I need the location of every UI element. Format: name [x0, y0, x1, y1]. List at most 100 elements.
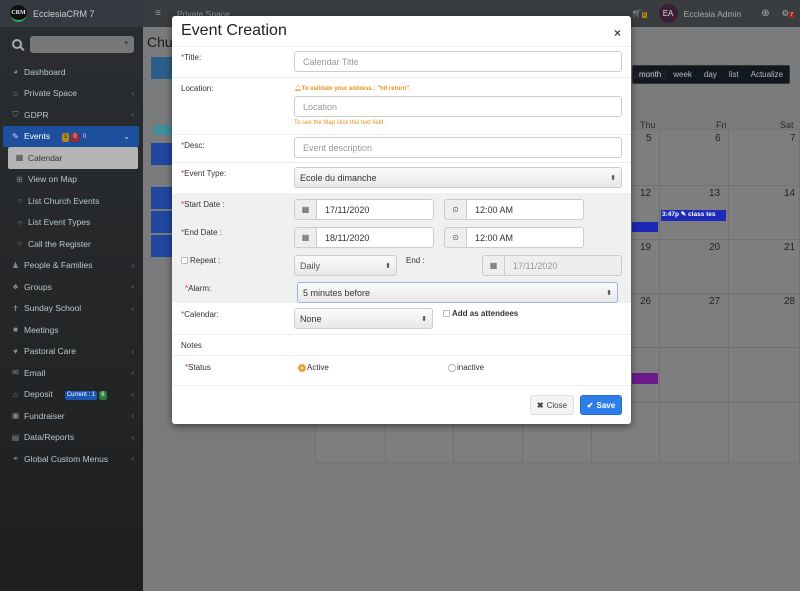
chevron-down-icon: ⌄ — [123, 131, 130, 141]
sidebar-item-dashboard[interactable]: ◕ Dashboard — [0, 61, 143, 83]
status-inactive-radio[interactable] — [448, 363, 456, 372]
sidebar-item-sunday-school[interactable]: ✝ Sunday School ‹ — [0, 298, 143, 320]
day-number[interactable]: 21 — [784, 242, 795, 253]
day-number[interactable]: 26 — [640, 296, 651, 307]
location-map-hint[interactable]: To see the Map click this text field. — [294, 120, 385, 126]
day-number[interactable]: 27 — [709, 296, 720, 307]
repeat-select[interactable]: Daily — [294, 255, 397, 276]
menu-toggle-icon[interactable]: ≡ — [155, 8, 161, 19]
alarm-label: *Alarm: — [185, 284, 212, 293]
search-select[interactable] — [30, 35, 134, 53]
sidebar-item-deposit[interactable]: ⌂ Deposit Current : 1 6 ‹ — [0, 384, 143, 406]
add-attendees-label: Add as attendees — [443, 309, 518, 318]
user-name[interactable]: Ecclesia Admin — [684, 9, 742, 19]
notes-label[interactable]: Notes — [181, 341, 202, 350]
calendar-event-bar[interactable] — [632, 222, 658, 232]
sidebar-item-events[interactable]: ✎ Events 1 0 0 ⌄ — [3, 125, 139, 147]
day-number[interactable]: 20 — [709, 242, 720, 253]
avatar[interactable]: EA — [658, 4, 678, 23]
notification-count: 7 — [789, 12, 794, 18]
status-inactive-option[interactable]: inactive — [448, 363, 484, 372]
day-number[interactable]: 28 — [784, 296, 795, 307]
calendar-select[interactable]: None — [294, 308, 433, 329]
sidebar-item-groups[interactable]: ♣ Groups ‹ — [0, 276, 143, 298]
calendar-label: *Calendar: — [181, 310, 219, 319]
close-button[interactable]: ✖ Close — [530, 395, 574, 415]
money-icon: ▣ — [11, 411, 20, 421]
chevron-left-icon: ‹ — [131, 454, 134, 464]
end-date-input[interactable]: 18/11/2020 — [316, 227, 434, 248]
actualize-button[interactable]: Actualize — [745, 70, 789, 79]
day-number[interactable]: 19 — [640, 242, 651, 253]
sidebar-item-meetings[interactable]: ■ Meetings — [0, 319, 143, 341]
location-validate-hint: 🔔︎To validate your address : "hit return… — [294, 86, 411, 92]
start-date-input[interactable]: 17/11/2020 — [316, 199, 434, 220]
view-month-button[interactable]: month — [633, 70, 668, 79]
close-icon[interactable]: × — [614, 26, 621, 40]
sidebar-item-calendar[interactable]: ▦ Calendar — [8, 147, 138, 169]
repeat-end-label: End : — [406, 256, 425, 265]
sidebar-nav: ◕ Dashboard ⌂ Private Space ‹ ⛉ GDPR ‹ ✎ Events 1 0… — [0, 61, 143, 470]
day-number[interactable]: 7 — [790, 133, 796, 144]
calendar-event[interactable]: 3:47p ✎ class tes — [661, 210, 726, 221]
sidebar-item-people-families[interactable]: ♟ People & Families ‹ — [0, 255, 143, 277]
brand[interactable]: CRM EcclesiaCRM 7 — [0, 0, 143, 27]
chevron-left-icon: ‹ — [131, 260, 134, 270]
modal-header: Event Creation — [172, 16, 631, 47]
event-creation-modal: Event Creation × *Title: Calendar Title … — [172, 16, 631, 424]
view-week-button[interactable]: week — [667, 70, 698, 79]
day-number[interactable]: 12 — [640, 188, 651, 199]
chevron-left-icon: ‹ — [131, 88, 134, 98]
start-time-input[interactable]: 12:00 AM — [466, 199, 584, 220]
sidebar-item-global-custom-menus[interactable]: ⚭ Global Custom Menus ‹ — [0, 448, 143, 470]
sidebar-item-list-church-events[interactable]: ○ List Church Events — [0, 190, 143, 212]
sidebar-item-data-reports[interactable]: ▤ Data/Reports ‹ — [0, 427, 143, 449]
sidebar-item-label: View on Map — [28, 174, 77, 185]
circle-icon: ○ — [17, 196, 22, 206]
sidebar-item-list-event-types[interactable]: ○ List Event Types — [0, 212, 143, 234]
chevron-left-icon: ‹ — [131, 282, 134, 292]
day-number[interactable]: 14 — [784, 188, 795, 199]
toggle-switch[interactable] — [153, 125, 173, 135]
event-type-select[interactable]: Ecole du dimanche — [294, 167, 622, 188]
location-input[interactable]: Location — [294, 96, 622, 117]
add-attendees-checkbox[interactable] — [443, 310, 450, 318]
video-icon: ■ — [13, 325, 18, 335]
repeat-checkbox[interactable] — [181, 257, 188, 265]
calendar-view-toolbar: month week day list Actualize — [632, 65, 791, 84]
status-active-radio[interactable] — [298, 363, 306, 372]
badge: 0 — [71, 133, 79, 143]
sidebar-item-view-on-map[interactable]: ⊞ View on Map — [0, 169, 143, 191]
alarm-select[interactable]: 5 minutes before — [297, 282, 618, 303]
end-time-input[interactable]: 12:00 AM — [466, 227, 584, 248]
repeat-end-date-input[interactable]: 17/11/2020 — [504, 255, 622, 276]
view-day-button[interactable]: day — [698, 70, 723, 79]
day-number[interactable]: 13 — [709, 188, 720, 199]
desc-textarea[interactable]: Event description — [294, 137, 622, 158]
close-x-icon: ✖ — [536, 400, 544, 410]
cart-button[interactable]: 🛒︎0 — [632, 9, 647, 18]
title-input[interactable]: Calendar Title — [294, 51, 622, 72]
calendar-event-bar[interactable] — [632, 373, 658, 384]
sidebar-item-call-the-register[interactable]: ○ Call the Register — [0, 233, 143, 255]
day-number[interactable]: 5 — [646, 133, 652, 144]
sidebar-item-email[interactable]: ✉ Email ‹ — [0, 362, 143, 384]
status-active-option[interactable]: Active — [298, 363, 329, 372]
day-number[interactable]: 6 — [715, 133, 721, 144]
globe-icon[interactable]: ⊕ — [761, 8, 769, 19]
chevron-left-icon: ‹ — [131, 432, 134, 442]
app-name: EcclesiaCRM 7 — [33, 8, 95, 19]
chevron-left-icon: ‹ — [131, 389, 134, 399]
settings-button[interactable]: ⚙7 — [782, 8, 794, 19]
sidebar-item-private-space[interactable]: ⌂ Private Space ‹ — [0, 83, 143, 105]
sidebar-item-gdpr[interactable]: ⛉ GDPR ‹ — [0, 104, 143, 126]
view-list-button[interactable]: list — [723, 70, 745, 79]
sidebar-item-label: Global Custom Menus — [24, 453, 109, 464]
save-button[interactable]: ✔ Save — [580, 395, 622, 415]
sidebar-item-pastoral-care[interactable]: ♥ Pastoral Care ‹ — [0, 341, 143, 363]
sidebar-item-fundraiser[interactable]: ▣ Fundraiser ‹ — [0, 405, 143, 427]
badge: Current : 1 — [64, 391, 98, 401]
chevron-left-icon: ‹ — [131, 346, 134, 356]
check-icon: ✔ — [586, 400, 594, 410]
title-row: *Title: Calendar Title — [172, 47, 631, 78]
